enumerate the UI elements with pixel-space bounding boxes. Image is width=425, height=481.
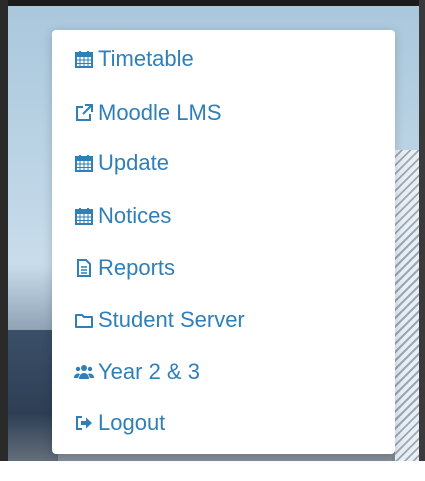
menu-item-logout[interactable]: Logout [74, 408, 165, 438]
menu-item-year-2-3[interactable]: Year 2 & 3 [74, 357, 200, 387]
users-icon [74, 362, 94, 382]
menu-item-label: Reports [98, 255, 176, 280]
background-building-left [8, 330, 58, 470]
folder-icon [74, 310, 94, 330]
menu-item-label: Student Server [98, 307, 245, 332]
calendar-icon [74, 153, 94, 173]
bottom-strip [0, 461, 425, 481]
calendar-icon [74, 49, 94, 69]
logout-icon [74, 413, 94, 433]
document-icon [74, 258, 94, 278]
calendar-icon [74, 206, 94, 226]
menu-item-student-server[interactable]: Student Server [74, 305, 245, 335]
menu-item-label: Timetable [98, 46, 194, 71]
menu-item-label: Update [98, 150, 169, 175]
menu-item-moodle-lms[interactable]: Moodle LMS [74, 98, 222, 128]
menu-item-notices[interactable]: Notices [74, 201, 171, 231]
menu-item-label: Notices [98, 203, 172, 228]
background-railing-right [395, 150, 419, 470]
menu-item-timetable[interactable]: Timetable [74, 44, 194, 74]
menu-item-reports[interactable]: Reports [74, 253, 175, 283]
menu-item-label: Moodle LMS [98, 100, 222, 125]
navigation-menu: Timetable Moodle LMS Update Notices Repo… [52, 30, 395, 454]
external-link-icon [74, 103, 94, 123]
screen-frame-top [0, 0, 425, 6]
screen-frame-left [0, 0, 8, 481]
screen-frame-right [419, 0, 425, 481]
menu-item-label: Year 2 & 3 [98, 359, 200, 384]
menu-item-label: Logout [98, 410, 166, 435]
menu-item-update[interactable]: Update [74, 148, 169, 178]
